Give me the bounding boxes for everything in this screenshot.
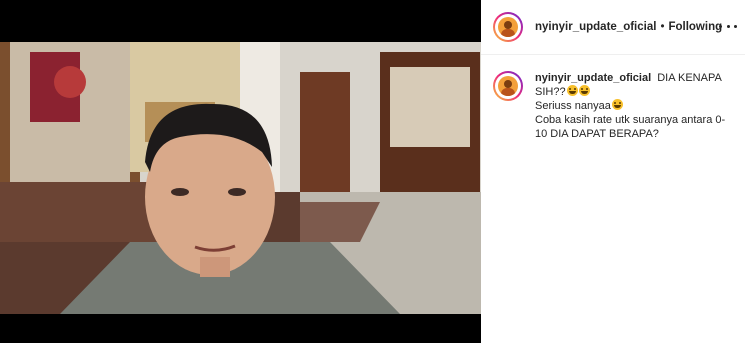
video-player[interactable] [0,42,481,314]
video-frame-image [0,42,481,314]
separator-dot: • [660,21,665,33]
avatar[interactable] [493,12,523,42]
post-sidebar: nyinyir_update_oficial • Following nyinyir… [481,0,745,343]
caption-username-link[interactable]: nyinyir_update_oficial [535,72,651,84]
caption-avatar[interactable] [493,71,523,101]
caption-line-2: Seriuss nanyaa [535,100,611,112]
more-options-icon[interactable] [719,18,737,34]
grinning-sweat-emoji-icon [611,99,623,110]
caption-line-3: Coba kasih rate utk suaranya antara 0-10… [535,114,726,140]
grinning-sweat-emoji-icon [566,85,578,96]
post-header: nyinyir_update_oficial • Following [481,0,745,55]
header-username-link[interactable]: nyinyir_update_oficial [535,21,656,33]
caption: nyinyir_update_oficial DIA KENAPA SIH?? … [493,71,737,141]
grinning-sweat-emoji-icon [578,85,590,96]
post-media[interactable] [0,0,481,343]
following-button[interactable]: Following [668,21,722,33]
caption-body: nyinyir_update_oficial DIA KENAPA SIH?? … [535,71,735,141]
